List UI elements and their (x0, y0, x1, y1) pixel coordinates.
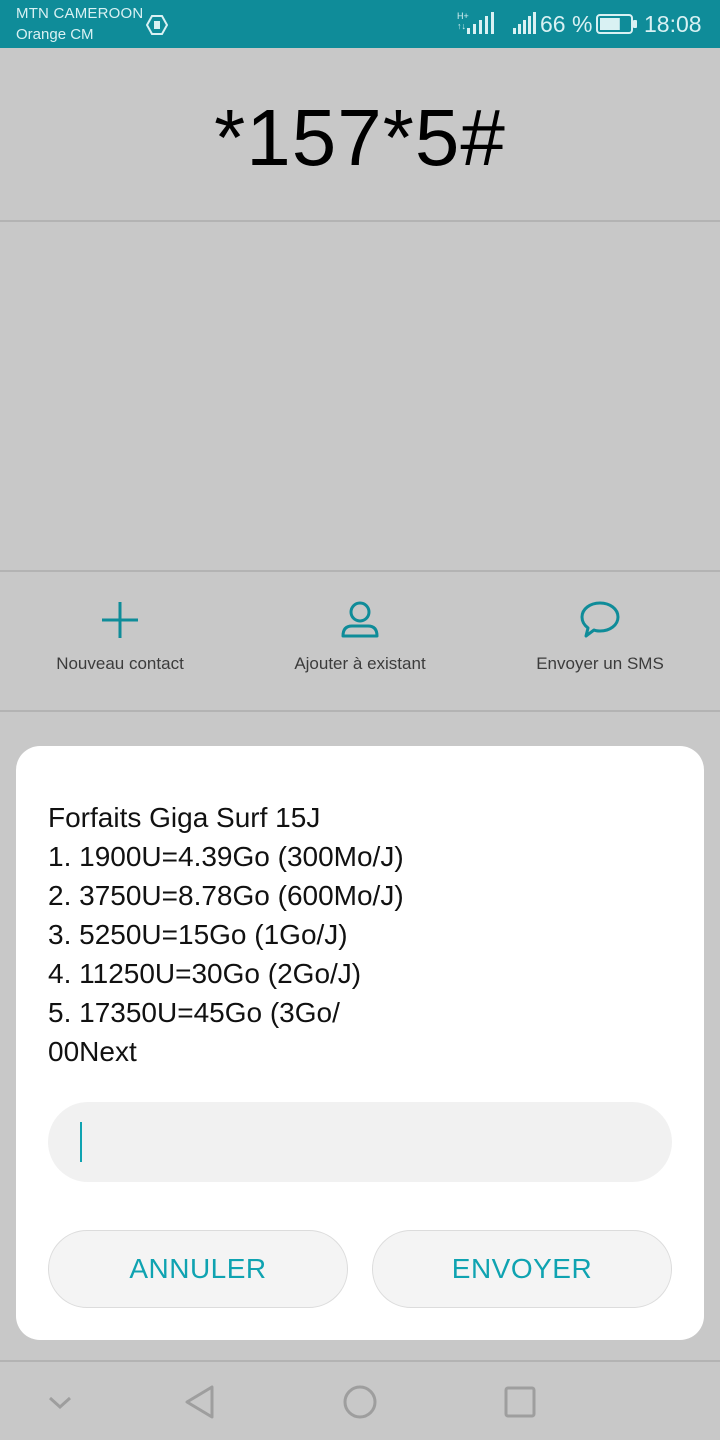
ussd-message: Forfaits Giga Surf 15J 1. 1900U=4.39Go (… (48, 798, 668, 1071)
home-circle-icon[interactable] (336, 1378, 384, 1426)
carrier-primary: MTN CAMEROON (16, 5, 144, 22)
battery-percent: 66 % (540, 11, 593, 37)
clock: 18:08 (644, 11, 702, 37)
ussd-option: 5. 17350U=45Go (3Go/ (48, 997, 340, 1028)
divider (0, 710, 720, 712)
new-contact-label: Nouveau contact (56, 654, 184, 673)
ussd-reply-input[interactable] (48, 1102, 672, 1182)
suggestions-area (0, 222, 720, 570)
ussd-option: 4. 11250U=30Go (2Go/J) (48, 958, 362, 989)
plus-icon (0, 598, 240, 642)
back-triangle-icon[interactable] (176, 1378, 224, 1426)
ussd-message-title: Forfaits Giga Surf 15J (48, 802, 321, 833)
ussd-dialog: Forfaits Giga Surf 15J 1. 1900U=4.39Go (… (16, 746, 704, 1340)
sim-card-icon (145, 14, 169, 41)
send-sms-button[interactable]: Envoyer un SMS (480, 572, 720, 710)
chevron-down-icon[interactable] (36, 1378, 84, 1426)
ussd-option: 2. 3750U=8.78Go (600Mo/J) (48, 880, 404, 911)
new-contact-button[interactable]: Nouveau contact (0, 572, 240, 710)
person-icon (240, 598, 480, 642)
signal-strength-icon (512, 12, 538, 41)
send-button[interactable]: ENVOYER (372, 1230, 672, 1308)
text-cursor (80, 1122, 82, 1162)
network-type-bottom: ↑↓ (457, 21, 466, 31)
ussd-option: 3. 5250U=15Go (1Go/J) (48, 919, 348, 950)
navigation-bar (0, 1362, 720, 1440)
chat-bubble-icon (480, 598, 720, 642)
send-sms-label: Envoyer un SMS (536, 654, 664, 673)
status-bar: MTN CAMEROON Orange CM H+ ↑↓ 66 % 18:08 (0, 0, 720, 48)
contact-actions: Nouveau contact Ajouter à existant Envoy… (0, 572, 720, 710)
ussd-option: 1. 1900U=4.39Go (300Mo/J) (48, 841, 404, 872)
add-to-existing-button[interactable]: Ajouter à existant (240, 572, 480, 710)
cancel-button[interactable]: ANNULER (48, 1230, 348, 1308)
carrier-secondary: Orange CM (16, 26, 94, 43)
recents-square-icon[interactable] (496, 1378, 544, 1426)
signal-strength-icon (466, 12, 494, 41)
dialed-number: *157*5# (214, 93, 506, 182)
battery-icon (596, 14, 638, 39)
add-to-existing-label: Ajouter à existant (294, 654, 426, 673)
ussd-option: 00Next (48, 1036, 137, 1067)
